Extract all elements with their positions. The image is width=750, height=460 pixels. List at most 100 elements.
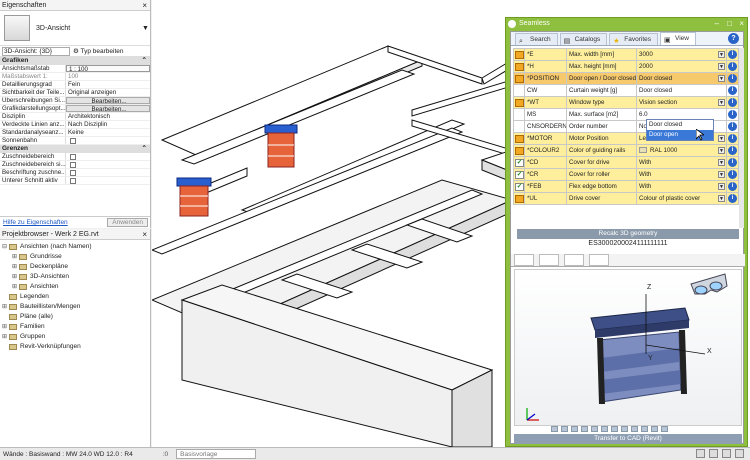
info-cell[interactable]: i — [726, 60, 739, 73]
tool-icon[interactable] — [651, 426, 658, 432]
parameter-row[interactable]: ✓ *FEB Flex edge bottom With ▼ i — [513, 180, 739, 193]
info-cell[interactable]: i — [726, 144, 739, 157]
property-row[interactable]: Sonnenbahn — [0, 137, 150, 145]
info-cell[interactable]: i — [726, 108, 739, 121]
parameter-row[interactable]: *WT Window type Vision section ▼ i — [513, 96, 739, 109]
info-icon[interactable]: i — [728, 182, 737, 191]
chevron-down-icon[interactable]: ▼ — [718, 195, 725, 202]
parameter-value[interactable]: With ▼ — [636, 168, 727, 181]
info-cell[interactable]: i — [726, 168, 739, 181]
seamless-window[interactable]: Seamless – □ × ⌕ Search ▤ Catalogs ★ Favori… — [505, 17, 748, 447]
property-value[interactable]: 100 — [66, 73, 150, 80]
property-value[interactable] — [66, 177, 150, 184]
collapse-icon[interactable]: ⊟ — [2, 242, 9, 252]
info-icon[interactable]: i — [728, 146, 737, 155]
info-icon[interactable]: i — [728, 158, 737, 167]
parameter-value[interactable]: 3000 ▼ — [636, 48, 727, 61]
property-value[interactable]: Fein — [66, 81, 150, 88]
tree-item[interactable]: Legenden — [2, 292, 148, 302]
property-value[interactable] — [66, 153, 150, 160]
tree-item[interactable]: ⊞ Deckenpläne — [2, 262, 148, 272]
tool-icon[interactable] — [601, 426, 608, 432]
property-row[interactable]: Ansichtsmaßstab 1 : 100 — [0, 65, 150, 73]
property-value[interactable]: Architektonisch — [66, 113, 150, 120]
tab-catalogs[interactable]: ▤ Catalogs — [559, 33, 608, 45]
chevron-down-icon[interactable]: ▼ — [718, 171, 725, 178]
info-icon[interactable]: i — [728, 122, 737, 131]
property-row[interactable]: Maßstabswert 1: 100 — [0, 73, 150, 81]
select-links-icon[interactable] — [696, 449, 705, 458]
chevron-down-icon[interactable]: ▼ — [718, 63, 725, 70]
info-icon[interactable]: i — [728, 86, 737, 95]
parameter-row[interactable]: ✓ *CD Cover for drive With ▼ i — [513, 156, 739, 169]
tool-icon[interactable] — [551, 426, 558, 432]
chevron-down-icon[interactable]: ▼ — [718, 159, 725, 166]
info-cell[interactable]: i — [726, 72, 739, 85]
expand-icon[interactable]: ⊞ — [12, 262, 19, 272]
tree-item[interactable]: Pläne (alle) — [2, 312, 148, 322]
params-scrollbar[interactable] — [739, 48, 744, 228]
property-row[interactable]: Disziplin Architektonisch — [0, 113, 150, 121]
group-grenzen[interactable]: Grenzen ⌃ — [0, 145, 150, 153]
property-row[interactable]: Standardanalyseanz... Keine — [0, 129, 150, 137]
tree-item[interactable]: ⊞ Familien — [2, 322, 148, 332]
edit-type-button[interactable]: ⚙ Typ bearbeiten — [73, 47, 124, 55]
checkbox[interactable] — [70, 178, 76, 184]
info-icon[interactable]: i — [728, 110, 737, 119]
expand-icon[interactable]: ⊞ — [2, 332, 9, 342]
help-link[interactable]: Hilfe zu Eigenschaften — [3, 219, 68, 226]
property-value[interactable]: Bearbeiten... — [66, 105, 150, 112]
tool-icon[interactable] — [621, 426, 628, 432]
tab-favorites[interactable]: ★ Favorites — [609, 33, 658, 45]
apply-button[interactable]: Anwenden — [107, 218, 148, 227]
property-value[interactable]: Nach Disziplin — [66, 121, 150, 128]
checkbox[interactable] — [70, 154, 76, 160]
property-row[interactable]: Grafikdarstellungsopt... Bearbeiten... — [0, 105, 150, 113]
property-row[interactable]: Zuschneidebereich — [0, 153, 150, 161]
parameter-row[interactable]: *POSITION Door open / Door closed Door clo… — [513, 72, 739, 85]
property-value[interactable]: 1 : 100 — [66, 65, 150, 72]
tree-item[interactable]: ⊞ 3D-Ansichten — [2, 272, 148, 282]
chevron-down-icon[interactable]: ▼ — [142, 25, 150, 32]
info-icon[interactable]: i — [728, 134, 737, 143]
expand-icon[interactable]: ⊞ — [12, 252, 19, 262]
info-icon[interactable]: i — [728, 98, 737, 107]
tool-icon[interactable] — [611, 426, 618, 432]
select-pinned-icon[interactable] — [722, 449, 731, 458]
checkbox[interactable] — [70, 138, 76, 144]
preview-tab-drawing[interactable] — [563, 254, 584, 266]
property-row[interactable]: Detaillierungsgrad Fein — [0, 81, 150, 89]
parameter-value[interactable]: With ▼ — [636, 180, 727, 193]
preview-tab-3d[interactable] — [514, 254, 534, 266]
property-value[interactable] — [66, 161, 150, 168]
select-underlay-icon[interactable] — [709, 449, 718, 458]
parameter-value[interactable]: Door closed ▼ — [636, 72, 727, 85]
parameter-value[interactable]: Door closed — [636, 84, 727, 97]
property-row[interactable]: Überschreibungen Si... Bearbeiten... — [0, 97, 150, 105]
recalc-3d-button[interactable]: Recalc 3D geometry — [517, 229, 739, 239]
door-left[interactable] — [176, 177, 212, 217]
expand-icon[interactable]: ⊞ — [12, 272, 19, 282]
tool-icon[interactable] — [641, 426, 648, 432]
instance-selector[interactable]: 3D-Ansicht: {3D} — [2, 46, 70, 56]
info-cell[interactable]: i — [726, 120, 739, 133]
tab-view[interactable]: ▣ View — [660, 32, 696, 45]
property-row[interactable]: Beschriftung zuschne... — [0, 169, 150, 177]
property-value[interactable] — [66, 169, 150, 176]
tree-item[interactable]: ⊟ Ansichten (nach Namen) — [2, 242, 148, 252]
filter-icon[interactable] — [735, 449, 744, 458]
type-selector[interactable]: 3D-Ansicht ▼ — [0, 11, 150, 46]
chevron-down-icon[interactable]: ▼ — [718, 99, 725, 106]
chevron-down-icon[interactable]: ▼ — [718, 135, 725, 142]
tree-item[interactable]: ⊞ Grundrisse — [2, 252, 148, 262]
close-icon[interactable]: × — [142, 0, 147, 11]
parameter-row[interactable]: *COLOUR2 Color of guiding rails RAL 1000 ▼ i — [513, 144, 739, 157]
tool-icon[interactable] — [631, 426, 638, 432]
preview-tab-image[interactable] — [588, 254, 609, 266]
info-icon[interactable]: i — [728, 194, 737, 203]
property-row[interactable]: Sichtbarkeit der Teile... Original anzeig… — [0, 89, 150, 97]
info-cell[interactable]: i — [726, 156, 739, 169]
chevron-down-icon[interactable]: ▼ — [718, 183, 725, 190]
checkbox[interactable] — [70, 170, 76, 176]
property-value[interactable] — [66, 137, 150, 144]
